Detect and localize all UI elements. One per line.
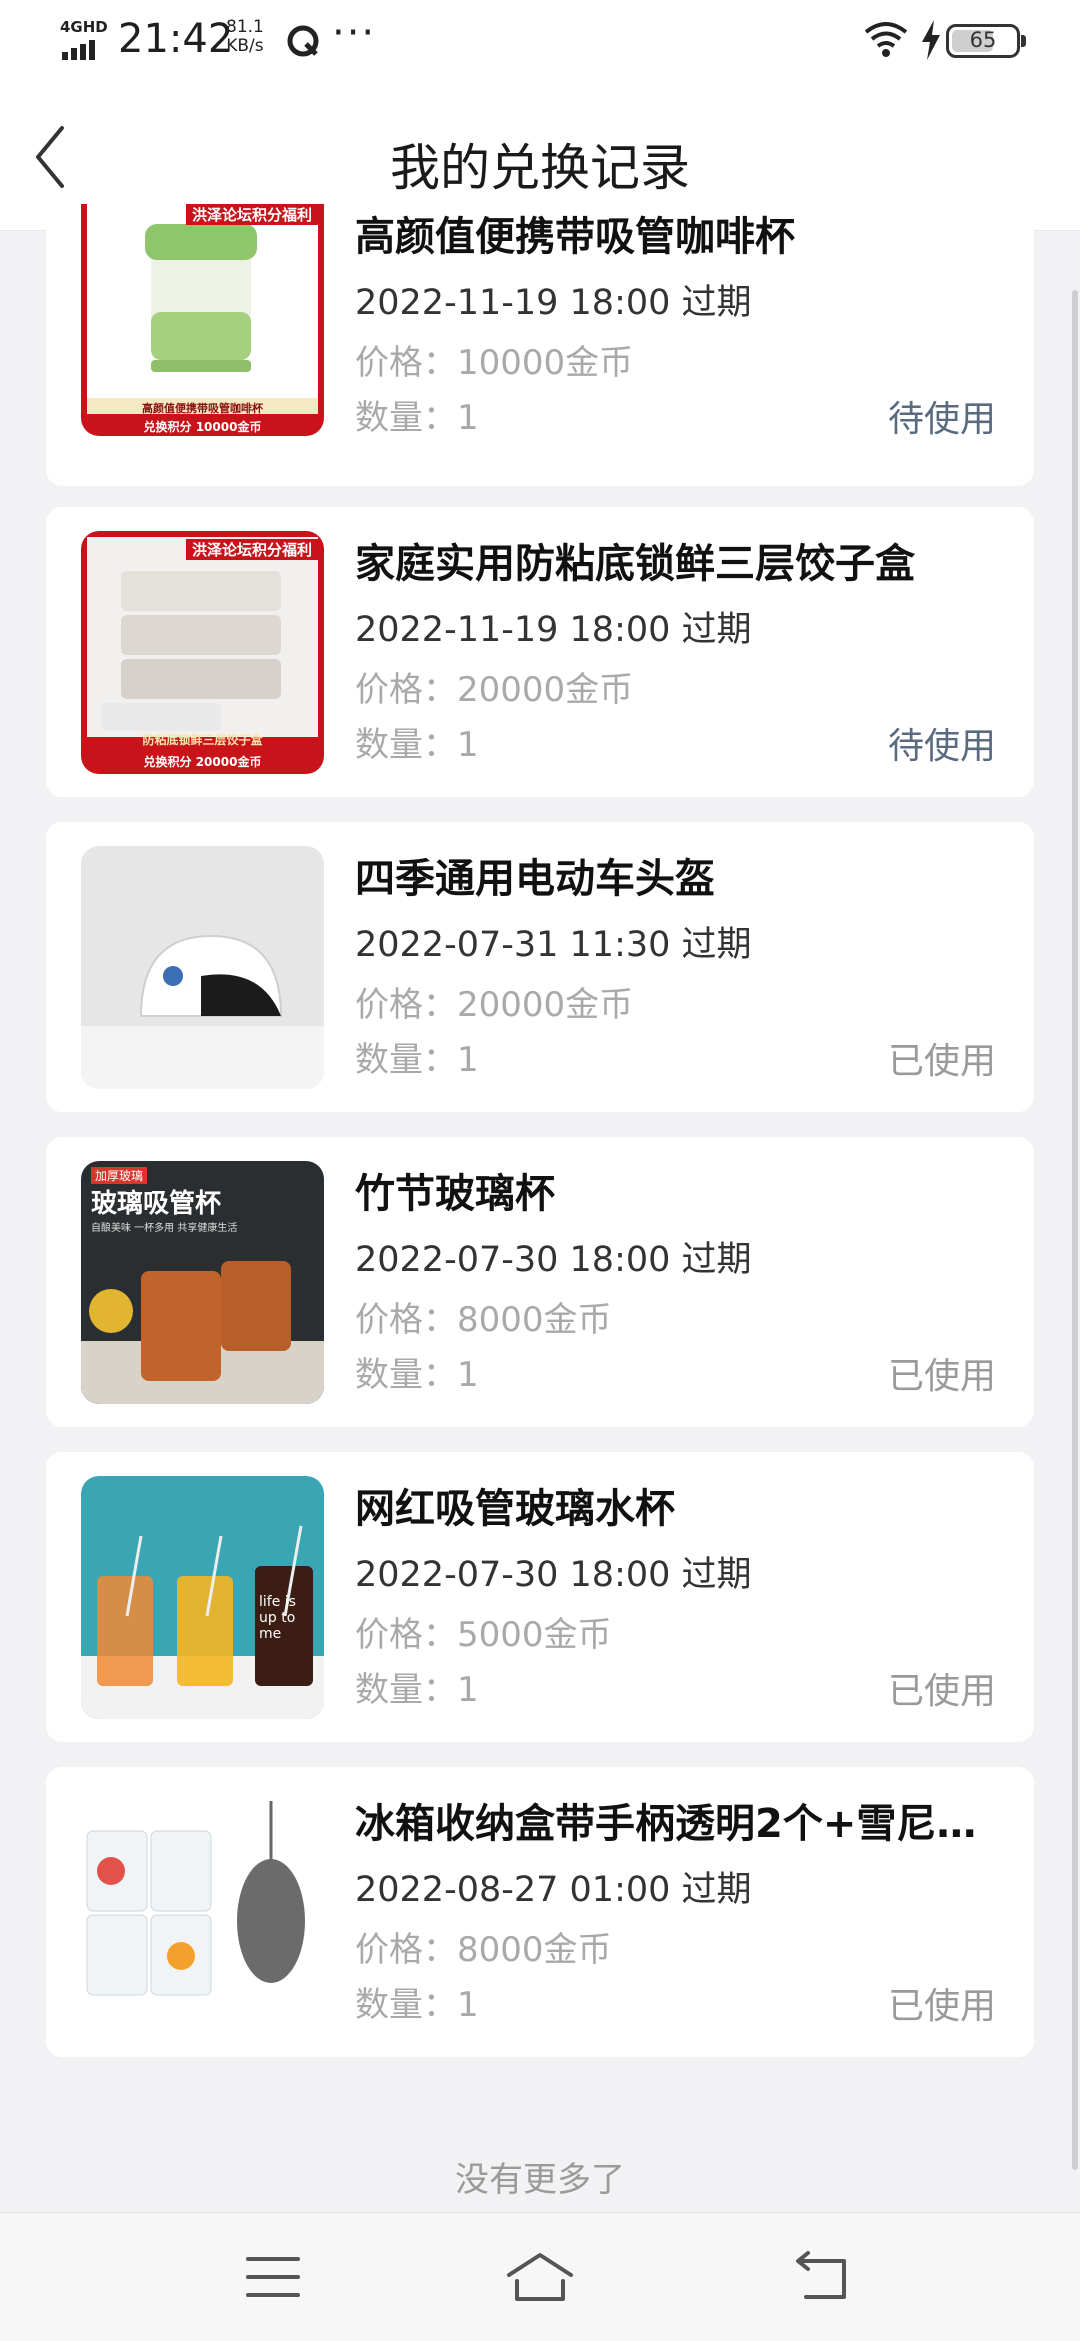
- quantity: 数量：1: [355, 1985, 479, 2025]
- thumbnail-points: 兑换积分 10000金币: [143, 420, 262, 434]
- record-card[interactable]: 洪泽论坛积分福利 防粘底锁鲜三层饺子盒 兑换积分 20000金币 家庭实用防粘底…: [46, 507, 1034, 797]
- menu-icon[interactable]: [240, 2249, 310, 2305]
- status-label: 已使用: [887, 1041, 996, 1082]
- scrollbar[interactable]: [1072, 290, 1078, 2170]
- expire-time: 2022-11-19 18:00 过期: [355, 610, 752, 650]
- clock: 21:42: [118, 16, 234, 62]
- quantity: 数量：1: [355, 1355, 479, 1395]
- quantity: 数量：1: [355, 1040, 479, 1080]
- quantity: 数量：1: [355, 725, 479, 765]
- record-card[interactable]: 冰箱收纳盒带手柄透明2个+雪尼… 2022-08-27 01:00 过期 价格：…: [46, 1767, 1034, 2057]
- thumbnail-caption: 玻璃吸管杯: [91, 1189, 222, 1219]
- price: 价格：5000金币: [355, 1615, 612, 1655]
- thumbnail-caption: 高颜值便携带吸管咖啡杯: [142, 402, 263, 415]
- product-title: 家庭实用防粘底锁鲜三层饺子盒: [355, 541, 915, 587]
- status-label: 待使用: [887, 399, 996, 440]
- battery-icon: 65: [946, 24, 1026, 58]
- thumbnail-subcaption: 自酿美味 一杯多用 共享健康生活: [91, 1223, 238, 1234]
- thumbnail-points: 兑换积分 20000金币: [143, 755, 262, 769]
- expire-time: 2022-08-27 01:00 过期: [355, 1870, 752, 1910]
- product-thumbnail: 加厚玻璃 玻璃吸管杯 自酿美味 一杯多用 共享健康生活: [81, 1161, 324, 1404]
- storage-box-image: [81, 1791, 324, 2034]
- product-title: 竹节玻璃杯: [355, 1171, 555, 1217]
- thumbnail-banner: 洪泽论坛积分福利: [185, 204, 318, 225]
- network-speed: 81.1 KB/s: [226, 18, 264, 56]
- more-notifications-icon: ···: [332, 10, 377, 56]
- battery-level: 65: [969, 28, 997, 52]
- status-bar: 4GHD 21:42 81.1 KB/s ··· 65: [0, 0, 1080, 84]
- product-title: 高颜值便携带吸管咖啡杯: [355, 214, 795, 260]
- record-card[interactable]: 四季通用电动车头盔 2022-07-31 11:30 过期 价格：20000金币…: [46, 822, 1034, 1112]
- thumbnail-caption: 防粘底锁鲜三层饺子盒: [142, 733, 263, 747]
- expire-time: 2022-07-30 18:00 过期: [355, 1555, 752, 1595]
- expire-time: 2022-07-30 18:00 过期: [355, 1240, 752, 1280]
- record-card[interactable]: 洪泽论坛积分福利 高颜值便携带吸管咖啡杯 兑换积分 10000金币 高颜值便携带…: [46, 204, 1034, 486]
- thumbnail-badge: 加厚玻璃: [91, 1167, 148, 1184]
- record-card[interactable]: life is up to me 网红吸管玻璃水杯 2022-07-30 18:…: [46, 1452, 1034, 1742]
- thumbnail-banner: 洪泽论坛积分福利: [185, 539, 318, 560]
- price: 价格：8000金币: [355, 1930, 612, 1970]
- product-thumbnail: [81, 846, 324, 1089]
- quantity: 数量：1: [355, 1670, 479, 1710]
- price: 价格：20000金币: [355, 670, 634, 710]
- status-label: 已使用: [887, 1671, 996, 1712]
- cup-print-text: life is up to me: [259, 1594, 296, 1642]
- product-thumbnail: 洪泽论坛积分福利 高颜值便携带吸管咖啡杯 兑换积分 10000金币: [81, 204, 324, 436]
- product-title: 冰箱收纳盒带手柄透明2个+雪尼…: [355, 1801, 977, 1847]
- product-thumbnail: life is up to me: [81, 1476, 324, 1719]
- product-title: 网红吸管玻璃水杯: [355, 1486, 675, 1532]
- status-label: 待使用: [887, 726, 996, 767]
- network-type: 4GHD: [60, 18, 108, 36]
- price: 价格：10000金币: [355, 343, 634, 383]
- status-label: 已使用: [887, 1986, 996, 2027]
- charging-icon: [922, 20, 940, 60]
- price: 价格：8000金币: [355, 1300, 612, 1340]
- system-nav-bar: [0, 2212, 1080, 2341]
- app-notification-icon: [287, 25, 319, 57]
- product-thumbnail: 洪泽论坛积分福利 防粘底锁鲜三层饺子盒 兑换积分 20000金币: [81, 531, 324, 774]
- product-title: 四季通用电动车头盔: [355, 856, 715, 902]
- product-thumbnail: [81, 1791, 324, 2034]
- expire-time: 2022-11-19 18:00 过期: [355, 283, 752, 323]
- speed-unit: KB/s: [226, 36, 264, 56]
- no-more-indicator: 没有更多了: [455, 2160, 625, 2200]
- page-title: 我的兑换记录: [390, 139, 690, 197]
- price: 价格：20000金币: [355, 985, 634, 1025]
- quantity: 数量：1: [355, 398, 479, 438]
- speed-value: 81.1: [226, 17, 264, 37]
- expire-time: 2022-07-31 11:30 过期: [355, 925, 752, 965]
- signal-icon: 4GHD: [58, 18, 108, 64]
- record-card[interactable]: 加厚玻璃 玻璃吸管杯 自酿美味 一杯多用 共享健康生活 竹节玻璃杯 2022-0…: [46, 1137, 1034, 1427]
- status-label: 已使用: [887, 1356, 996, 1397]
- return-icon[interactable]: [790, 2249, 860, 2305]
- helmet-image: [81, 846, 324, 1089]
- wifi-icon: [864, 22, 908, 57]
- home-icon[interactable]: [505, 2249, 575, 2305]
